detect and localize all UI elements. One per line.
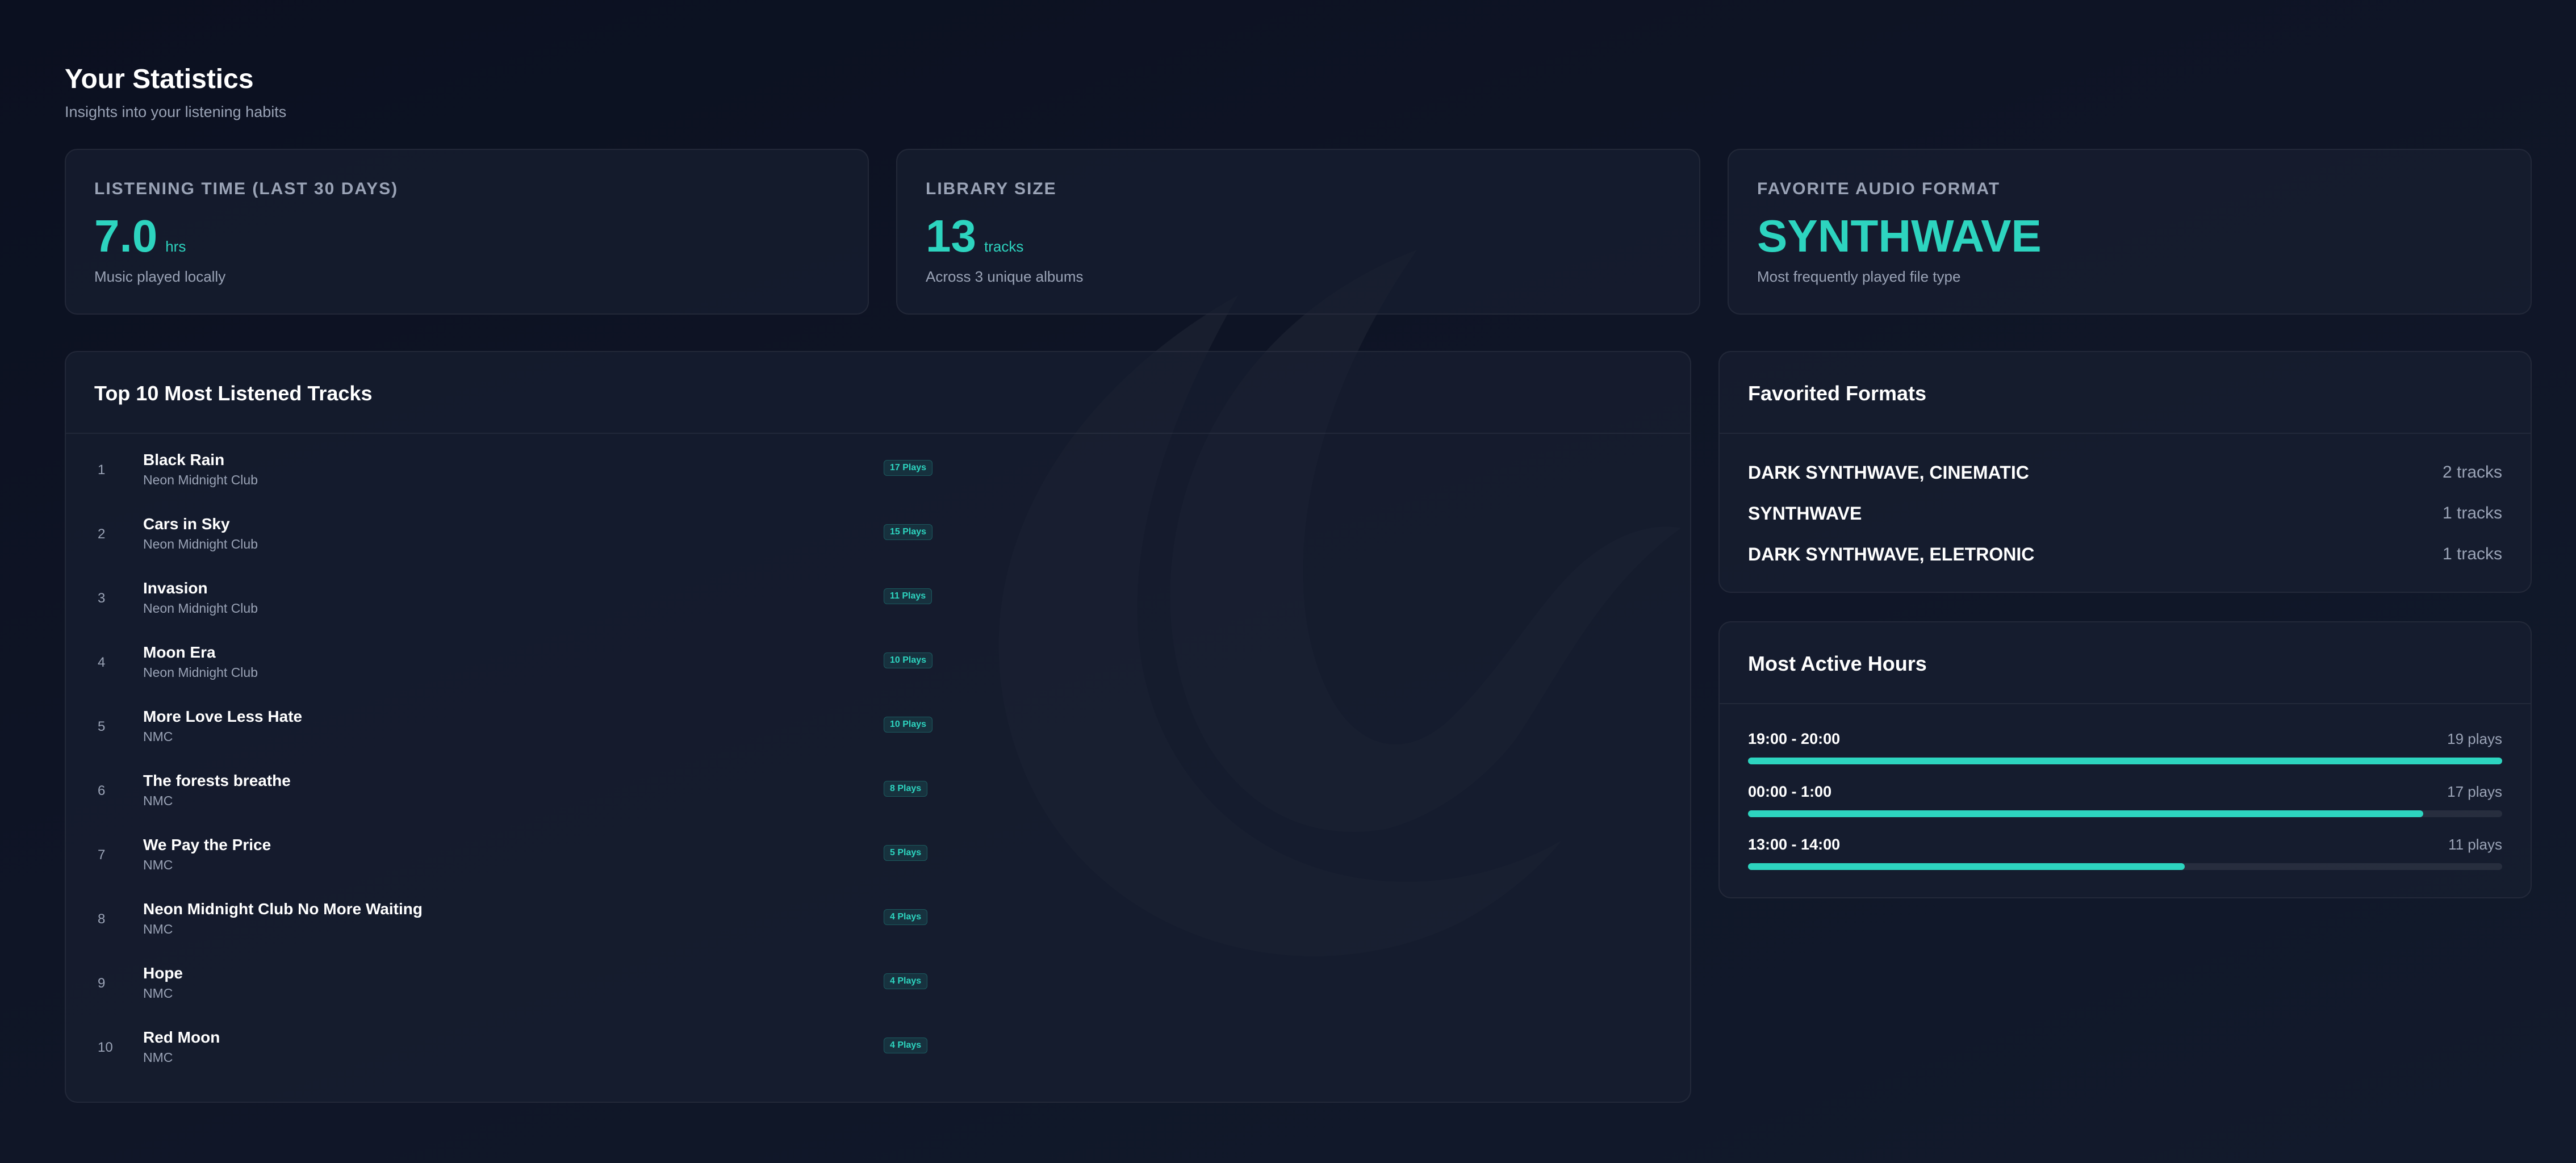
divider: [1720, 703, 2531, 704]
track-title: Hope: [143, 964, 183, 982]
track-row[interactable]: 3 Invasion Neon Midnight Club 11 Plays: [66, 571, 1690, 635]
track-artist: Neon Midnight Club: [143, 601, 258, 616]
stat-note: Music played locally: [94, 268, 226, 285]
format-row: DARK SYNTHWAVE, CINEMATIC 2 tracks: [1748, 458, 2502, 487]
track-artist: NMC: [143, 857, 173, 872]
track-rank: 1: [98, 462, 106, 478]
top-tracks-card: Top 10 Most Listened Tracks 1 Black Rain…: [65, 351, 1691, 1103]
listening-time-card: LISTENING TIME (LAST 30 DAYS) 7.0 hrs Mu…: [65, 149, 869, 315]
play-count-badge: 15 Plays: [884, 524, 933, 540]
track-row[interactable]: 1 Black Rain Neon Midnight Club 17 Plays: [66, 443, 1690, 507]
active-hours-card: Most Active Hours 19:00 - 20:00 19 plays…: [1718, 621, 2532, 898]
hour-range: 19:00 - 20:00: [1748, 730, 1841, 747]
play-count-badge: 4 Plays: [884, 1038, 928, 1053]
track-rank: 8: [98, 911, 106, 927]
hour-progress-fill: [1748, 758, 2502, 764]
format-name: DARK SYNTHWAVE, ELETRONIC: [1748, 543, 2035, 564]
page-subtitle: Insights into your listening habits: [65, 103, 287, 120]
stat-unit: tracks: [984, 238, 1024, 255]
track-rank: 4: [98, 655, 106, 670]
track-artist: Neon Midnight Club: [143, 665, 258, 680]
play-count-badge: 17 Plays: [884, 460, 933, 476]
favorited-formats-card: Favorited Formats DARK SYNTHWAVE, CINEMA…: [1718, 351, 2532, 593]
track-row[interactable]: 10 Red Moon NMC 4 Plays: [66, 1020, 1690, 1085]
play-count-badge: 4 Plays: [884, 973, 928, 989]
track-rank: 9: [98, 976, 106, 991]
track-title: We Pay the Price: [143, 836, 271, 854]
play-count-badge: 10 Plays: [884, 717, 933, 733]
track-artist: NMC: [143, 922, 173, 936]
favorite-format-card: FAVORITE AUDIO FORMAT SYNTHWAVE Most fre…: [1728, 149, 2532, 315]
track-artist: NMC: [143, 793, 173, 808]
hour-plays: 19 plays: [2447, 730, 2502, 747]
card-title: Top 10 Most Listened Tracks: [94, 382, 373, 405]
hour-progress-track: [1748, 863, 2502, 870]
track-row[interactable]: 5 More Love Less Hate NMC 10 Plays: [66, 700, 1690, 764]
track-row[interactable]: 2 Cars in Sky Neon Midnight Club 15 Play…: [66, 507, 1690, 571]
track-title: Neon Midnight Club No More Waiting: [143, 900, 423, 918]
track-artist: NMC: [143, 729, 173, 744]
track-title: Invasion: [143, 579, 208, 597]
play-count-badge: 8 Plays: [884, 781, 928, 797]
track-row[interactable]: 6 The forests breathe NMC 8 Plays: [66, 764, 1690, 828]
library-size-card: LIBRARY SIZE 13 tracks Across 3 unique a…: [896, 149, 1700, 315]
track-row[interactable]: 8 Neon Midnight Club No More Waiting NMC…: [66, 892, 1690, 956]
hour-row: 00:00 - 1:00 17 plays: [1748, 783, 2502, 829]
stat-label: FAVORITE AUDIO FORMAT: [1757, 179, 2001, 198]
track-title: More Love Less Hate: [143, 708, 303, 725]
hour-row: 13:00 - 14:00 11 plays: [1748, 836, 2502, 881]
play-count-badge: 5 Plays: [884, 845, 928, 861]
hour-plays: 17 plays: [2447, 783, 2502, 800]
stat-note: Across 3 unique albums: [926, 268, 1084, 285]
stat-note: Most frequently played file type: [1757, 268, 1961, 285]
format-count: 1 tracks: [2442, 545, 2502, 563]
hour-range: 13:00 - 14:00: [1748, 836, 1841, 853]
track-rank: 7: [98, 847, 106, 863]
format-count: 1 tracks: [2442, 504, 2502, 522]
track-artist: Neon Midnight Club: [143, 537, 258, 551]
stat-unit: hrs: [165, 238, 186, 255]
track-rank: 3: [98, 591, 106, 606]
divider: [66, 433, 1690, 434]
card-title: Most Active Hours: [1748, 652, 1927, 675]
stat-label: LISTENING TIME (LAST 30 DAYS): [94, 179, 399, 198]
play-count-badge: 11 Plays: [884, 588, 932, 604]
format-count: 2 tracks: [2442, 463, 2502, 482]
track-title: Moon Era: [143, 643, 216, 661]
track-artist: NMC: [143, 986, 173, 1001]
play-count-badge: 10 Plays: [884, 652, 933, 668]
stat-value: 13: [926, 211, 976, 261]
hour-plays: 11 plays: [2448, 836, 2502, 853]
divider: [1720, 433, 2531, 434]
page-title: Your Statistics: [65, 64, 254, 94]
track-row[interactable]: 4 Moon Era Neon Midnight Club 10 Plays: [66, 635, 1690, 700]
format-row: SYNTHWAVE 1 tracks: [1748, 499, 2502, 528]
track-title: Black Rain: [143, 451, 225, 468]
track-artist: Neon Midnight Club: [143, 472, 258, 487]
format-row: DARK SYNTHWAVE, ELETRONIC 1 tracks: [1748, 540, 2502, 568]
track-title: Cars in Sky: [143, 515, 230, 533]
track-artist: NMC: [143, 1050, 173, 1065]
hour-row: 19:00 - 20:00 19 plays: [1748, 730, 2502, 776]
stat-label: LIBRARY SIZE: [926, 179, 1057, 198]
hour-progress-fill: [1748, 863, 2185, 870]
track-row[interactable]: 7 We Pay the Price NMC 5 Plays: [66, 828, 1690, 892]
track-title: The forests breathe: [143, 772, 291, 789]
hour-progress-fill: [1748, 810, 2423, 817]
stat-value: 7.0: [94, 211, 158, 261]
stat-value: SYNTHWAVE: [1757, 211, 2042, 261]
track-rank: 2: [98, 526, 106, 542]
hour-progress-track: [1748, 758, 2502, 764]
format-name: DARK SYNTHWAVE, CINEMATIC: [1748, 462, 2029, 483]
track-title: Red Moon: [143, 1028, 220, 1046]
format-name: SYNTHWAVE: [1748, 503, 1862, 524]
track-rank: 6: [98, 783, 106, 798]
play-count-badge: 4 Plays: [884, 909, 928, 925]
hour-progress-track: [1748, 810, 2502, 817]
hour-range: 00:00 - 1:00: [1748, 783, 1832, 800]
track-rank: 5: [98, 719, 106, 734]
track-row[interactable]: 9 Hope NMC 4 Plays: [66, 956, 1690, 1020]
card-title: Favorited Formats: [1748, 382, 1927, 405]
track-rank: 10: [98, 1040, 113, 1055]
